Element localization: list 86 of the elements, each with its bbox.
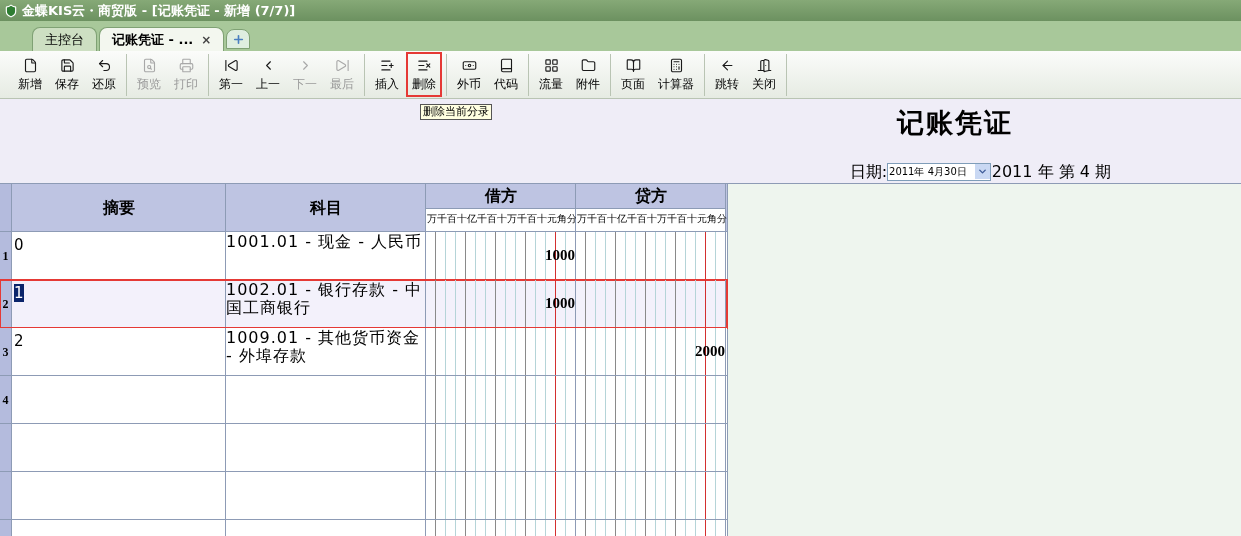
grid-icon	[543, 58, 559, 73]
banknote-icon	[461, 58, 477, 73]
toolbar-button[interactable]: 新增	[12, 52, 48, 97]
unit-label: 百	[526, 212, 536, 226]
plus-icon	[231, 32, 245, 46]
toolbar-button[interactable]: 页面	[615, 52, 651, 97]
unit-label: 百	[446, 212, 456, 226]
skip-forward-icon	[334, 58, 350, 73]
printer-icon	[178, 58, 194, 73]
row-header: 4	[0, 376, 12, 423]
toolbar-button[interactable]: 外币	[451, 52, 487, 97]
table-row[interactable]: 4	[0, 376, 727, 424]
unit-label: 百	[636, 212, 646, 226]
unit-label: 元	[696, 212, 706, 226]
toolbar-button[interactable]: 第一	[213, 52, 249, 97]
unit-label: 千	[586, 212, 596, 226]
account-cell-text: 1009.01 - 其他货币资金 - 外埠存款	[226, 329, 422, 365]
row-header: 1	[0, 232, 12, 279]
unit-label: 十	[496, 212, 506, 226]
tab-close-button[interactable]: ×	[201, 30, 212, 49]
window-title: 金蝶KIS云・商贸版 - [记账凭证 - 新增 (7/7)]	[22, 1, 296, 20]
unit-label: 十	[646, 212, 656, 226]
unit-label: 角	[556, 212, 566, 226]
tooltip: 删除当前分录	[420, 104, 492, 120]
tab[interactable]: 记账凭证 - ... ×	[99, 27, 225, 51]
summary-cell: 1	[14, 284, 24, 302]
unit-label: 万	[506, 212, 516, 226]
book-icon	[498, 58, 514, 73]
summary-cell: 0	[14, 236, 24, 254]
unit-label: 万	[656, 212, 666, 226]
toolbar-button[interactable]: 还原	[86, 52, 122, 97]
period-text: 2011 年 第 4 期	[991, 160, 1111, 183]
tab[interactable]: 主控台	[32, 27, 97, 51]
app-logo-icon	[4, 3, 18, 18]
unit-label: 十	[686, 212, 696, 226]
skip-back-icon	[223, 58, 239, 73]
document-icon	[22, 58, 38, 73]
toolbar-button[interactable]: 关闭	[746, 52, 782, 97]
voucher-title: 记账凭证	[897, 106, 1013, 140]
column-header: 摘要	[12, 184, 226, 231]
unit-label: 分	[716, 212, 726, 226]
left-arrow-icon	[719, 58, 735, 73]
row-header: 2	[0, 280, 12, 327]
unit-label: 亿	[616, 212, 626, 226]
unit-label: 千	[516, 212, 526, 226]
summary-cell: 2	[14, 332, 24, 350]
toolbar-button[interactable]: 保存	[49, 52, 85, 97]
caret-icon	[976, 166, 988, 177]
date-label: 日期:	[849, 160, 888, 183]
unit-label: 十	[536, 212, 546, 226]
toolbar-button[interactable]: 插入	[369, 52, 405, 97]
open-book-icon	[625, 58, 641, 73]
account-cell-text: 1001.01 - 现金 - 人民币	[226, 233, 424, 251]
door-icon	[756, 58, 772, 73]
unit-label: 万	[426, 212, 436, 226]
row-header: 3	[0, 328, 12, 375]
unit-label: 角	[706, 212, 716, 226]
toolbar-button[interactable]: 代码	[488, 52, 524, 97]
folder-icon	[580, 58, 596, 73]
list-plus-icon	[379, 58, 395, 73]
unit-label: 千	[666, 212, 676, 226]
date-dropdown[interactable]: 2011年 4月30日	[887, 162, 991, 181]
unit-label: 百	[596, 212, 606, 226]
toolbar-button[interactable]: 计算器	[652, 52, 700, 97]
unit-label: 十	[456, 212, 466, 226]
unit-label: 千	[476, 212, 486, 226]
toolbar-button[interactable]: 跳转	[709, 52, 745, 97]
unit-label: 亿	[466, 212, 476, 226]
unit-label: 十	[606, 212, 616, 226]
unit-label: 元	[546, 212, 556, 226]
list-remove-icon	[416, 58, 432, 73]
unit-label: 分	[566, 212, 576, 226]
toolbar-button[interactable]: 流量	[533, 52, 569, 97]
unit-label: 千	[626, 212, 636, 226]
magnifier-document-icon	[141, 58, 157, 73]
toolbar-button[interactable]: 删除	[406, 52, 442, 97]
account-cell-text: 1002.01 - 银行存款 - 中国工商银行	[226, 281, 424, 317]
unit-label: 万	[576, 212, 586, 226]
toolbar-button[interactable]: 附件	[570, 52, 606, 97]
unit-label: 百	[676, 212, 686, 226]
toolbar-button[interactable]: 上一	[250, 52, 286, 97]
unit-label: 百	[486, 212, 496, 226]
new-tab-button[interactable]	[226, 29, 251, 49]
unit-label: 千	[436, 212, 446, 226]
calculator-icon	[668, 58, 684, 73]
undo-icon	[96, 58, 112, 73]
